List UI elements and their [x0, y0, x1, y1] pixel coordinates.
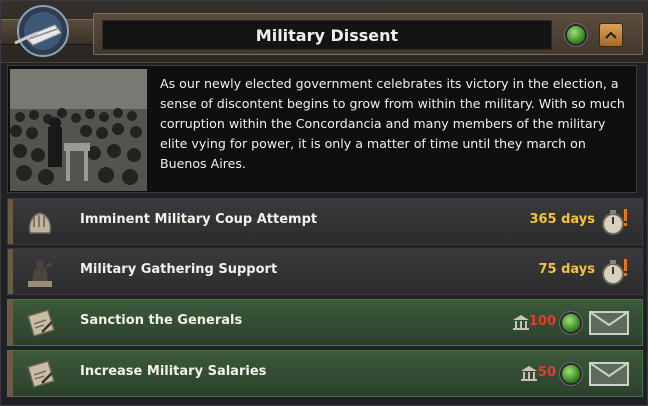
decision-category-panel: Military Dissent As our newly elected go… [0, 0, 648, 406]
status-indicator-button[interactable] [565, 24, 587, 46]
document-sign-icon [27, 309, 55, 337]
mission-row-gathering-support[interactable]: Military Gathering Support 75 days [7, 248, 643, 295]
crowd-photo [10, 69, 147, 191]
row-edge [8, 199, 13, 244]
political-power-icon [513, 315, 529, 330]
document-sign-icon [27, 360, 55, 388]
title-field: Military Dissent [102, 20, 552, 50]
political-power-icon [521, 366, 537, 381]
mission-label: Military Gathering Support [80, 262, 278, 277]
page-title: Military Dissent [255, 25, 399, 45]
row-edge [8, 249, 13, 294]
decision-cost: 50 [537, 365, 556, 380]
collapse-button[interactable] [599, 23, 623, 47]
decision-emblem-icon [14, 5, 69, 57]
stopwatch-alert-icon [602, 209, 627, 235]
decision-row-sanction-generals[interactable]: Sanction the Generals 100 [7, 299, 643, 346]
mission-days: 365 days [529, 212, 595, 227]
mission-row-coup-attempt[interactable]: Imminent Military Coup Attempt 365 days [7, 198, 643, 245]
panel-header: Military Dissent [1, 1, 648, 63]
crowd-photo-art [10, 69, 147, 191]
mission-days: 75 days [538, 262, 595, 277]
description-text: As our newly elected government celebrat… [160, 76, 625, 171]
description-box: As our newly elected government celebrat… [7, 65, 637, 193]
row-edge [8, 300, 13, 345]
stopwatch-alert-icon [602, 259, 627, 285]
decision-label: Sanction the Generals [80, 313, 243, 328]
envelope-icon[interactable] [588, 359, 630, 389]
decision-cost: 100 [528, 314, 556, 329]
fist-icon [28, 212, 52, 234]
available-indicator[interactable] [560, 312, 582, 334]
decision-label: Increase Military Salaries [80, 364, 267, 379]
decision-row-increase-salaries[interactable]: Increase Military Salaries 50 [7, 350, 643, 397]
statue-icon [28, 260, 53, 287]
title-bar: Military Dissent [93, 13, 643, 55]
envelope-icon[interactable] [588, 308, 630, 338]
row-edge [8, 351, 13, 396]
chevron-up-icon [605, 31, 617, 39]
available-indicator[interactable] [560, 363, 582, 385]
mission-label: Imminent Military Coup Attempt [80, 212, 318, 227]
